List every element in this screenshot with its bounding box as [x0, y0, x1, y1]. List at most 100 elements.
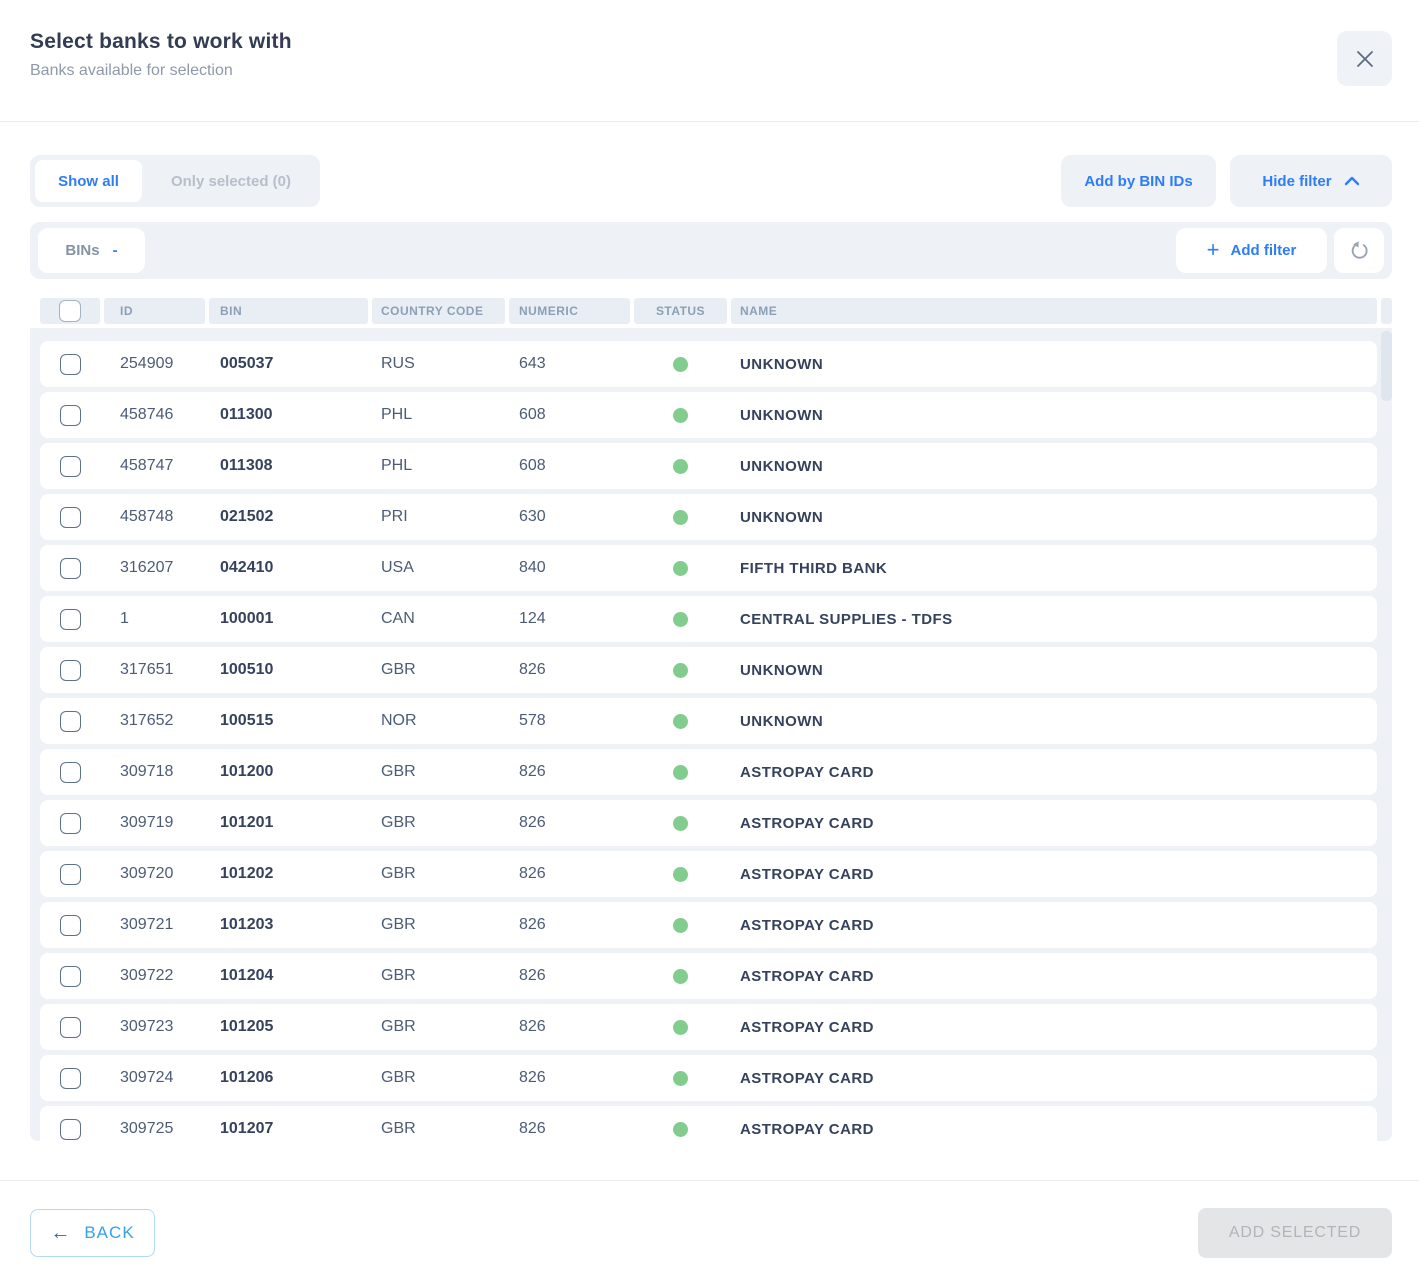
row-country-code: GBR: [372, 1120, 505, 1138]
row-checkbox[interactable]: [60, 354, 81, 375]
table-scrollbar[interactable]: [1381, 328, 1392, 1141]
row-status-cell: [634, 510, 727, 525]
add-by-bin-ids-button[interactable]: Add by BIN IDs: [1061, 155, 1216, 207]
row-checkbox[interactable]: [60, 915, 81, 936]
row-checkbox[interactable]: [60, 864, 81, 885]
filter-bar: BINs - + Add filter: [30, 222, 1392, 279]
select-all-checkbox[interactable]: [59, 300, 81, 322]
row-country-code: GBR: [372, 814, 505, 832]
back-button[interactable]: ← BACK: [30, 1209, 155, 1257]
close-button[interactable]: [1337, 31, 1392, 86]
table-row: 309719101201GBR826ASTROPAY CARD: [40, 800, 1377, 846]
row-id: 458746: [104, 406, 205, 424]
row-country-code: GBR: [372, 1018, 505, 1036]
status-dot-active: [673, 663, 688, 678]
row-id: 309718: [104, 763, 205, 781]
row-bin: 101201: [209, 814, 368, 832]
row-checkbox[interactable]: [60, 762, 81, 783]
row-status-cell: [634, 1071, 727, 1086]
row-numeric: 124: [509, 610, 630, 628]
status-dot-active: [673, 969, 688, 984]
row-id: 316207: [104, 559, 205, 577]
plus-icon: +: [1207, 239, 1220, 261]
row-id: 254909: [104, 355, 205, 373]
row-bin: 101203: [209, 916, 368, 934]
row-status-cell: [634, 714, 727, 729]
select-all-header-cell: [40, 298, 100, 324]
row-checkbox-cell: [40, 1068, 100, 1089]
toolbar: Add by BIN IDs Hide filter: [1061, 155, 1392, 207]
row-checkbox-cell: [40, 354, 100, 375]
row-numeric: 826: [509, 916, 630, 934]
row-id: 317652: [104, 712, 205, 730]
hide-filter-button[interactable]: Hide filter: [1230, 155, 1392, 207]
row-numeric: 578: [509, 712, 630, 730]
row-country-code: GBR: [372, 916, 505, 934]
row-checkbox[interactable]: [60, 1119, 81, 1140]
row-numeric: 826: [509, 1018, 630, 1036]
status-dot-active: [673, 408, 688, 423]
column-header-name: NAME: [731, 298, 1377, 324]
row-id: 1: [104, 610, 205, 628]
row-bin: 011308: [209, 457, 368, 475]
scrollbar-thumb[interactable]: [1381, 331, 1392, 401]
row-country-code: PRI: [372, 508, 505, 526]
row-checkbox[interactable]: [60, 813, 81, 834]
row-checkbox[interactable]: [60, 558, 81, 579]
column-header-id: ID: [104, 298, 205, 324]
row-id: 458748: [104, 508, 205, 526]
row-checkbox-cell: [40, 915, 100, 936]
row-name: ASTROPAY CARD: [731, 764, 1377, 781]
tab-only-selected[interactable]: Only selected (0): [142, 160, 320, 202]
row-status-cell: [634, 459, 727, 474]
add-selected-button[interactable]: ADD SELECTED: [1198, 1208, 1392, 1258]
row-checkbox-cell: [40, 711, 100, 732]
status-dot-active: [673, 357, 688, 372]
column-header-numeric: NUMERIC: [509, 298, 630, 324]
row-checkbox-cell: [40, 1017, 100, 1038]
close-icon: [1355, 49, 1375, 69]
row-checkbox[interactable]: [60, 507, 81, 528]
row-checkbox-cell: [40, 609, 100, 630]
row-checkbox[interactable]: [60, 1017, 81, 1038]
filter-actions: + Add filter: [1176, 228, 1384, 273]
row-checkbox-cell: [40, 1119, 100, 1140]
row-id: 309723: [104, 1018, 205, 1036]
row-bin: 101207: [209, 1120, 368, 1138]
row-status-cell: [634, 663, 727, 678]
row-country-code: CAN: [372, 610, 505, 628]
table-row: 316207042410USA840FIFTH THIRD BANK: [40, 545, 1377, 591]
row-name: ASTROPAY CARD: [731, 968, 1377, 985]
hide-filter-label: Hide filter: [1262, 173, 1331, 190]
status-dot-active: [673, 714, 688, 729]
row-checkbox[interactable]: [60, 405, 81, 426]
tab-show-all[interactable]: Show all: [35, 160, 142, 202]
row-numeric: 826: [509, 1069, 630, 1087]
row-country-code: PHL: [372, 457, 505, 475]
row-status-cell: [634, 561, 727, 576]
row-id: 317651: [104, 661, 205, 679]
row-checkbox[interactable]: [60, 966, 81, 987]
reset-filter-button[interactable]: [1334, 228, 1384, 273]
add-filter-button[interactable]: + Add filter: [1176, 228, 1327, 273]
row-numeric: 608: [509, 457, 630, 475]
chevron-up-icon: [1344, 176, 1360, 186]
bins-chip-label: BINs: [65, 242, 99, 259]
row-name: FIFTH THIRD BANK: [731, 560, 1377, 577]
bins-filter-chip[interactable]: BINs -: [38, 228, 145, 273]
row-checkbox[interactable]: [60, 609, 81, 630]
row-checkbox[interactable]: [60, 1068, 81, 1089]
row-checkbox[interactable]: [60, 711, 81, 732]
row-country-code: GBR: [372, 661, 505, 679]
row-numeric: 643: [509, 355, 630, 373]
header-corner: [1381, 298, 1392, 324]
row-checkbox[interactable]: [60, 660, 81, 681]
row-id: 309724: [104, 1069, 205, 1087]
add-filter-label: Add filter: [1231, 242, 1297, 259]
row-bin: 101202: [209, 865, 368, 883]
row-checkbox-cell: [40, 405, 100, 426]
row-country-code: GBR: [372, 763, 505, 781]
row-checkbox[interactable]: [60, 456, 81, 477]
row-status-cell: [634, 765, 727, 780]
row-id: 309719: [104, 814, 205, 832]
